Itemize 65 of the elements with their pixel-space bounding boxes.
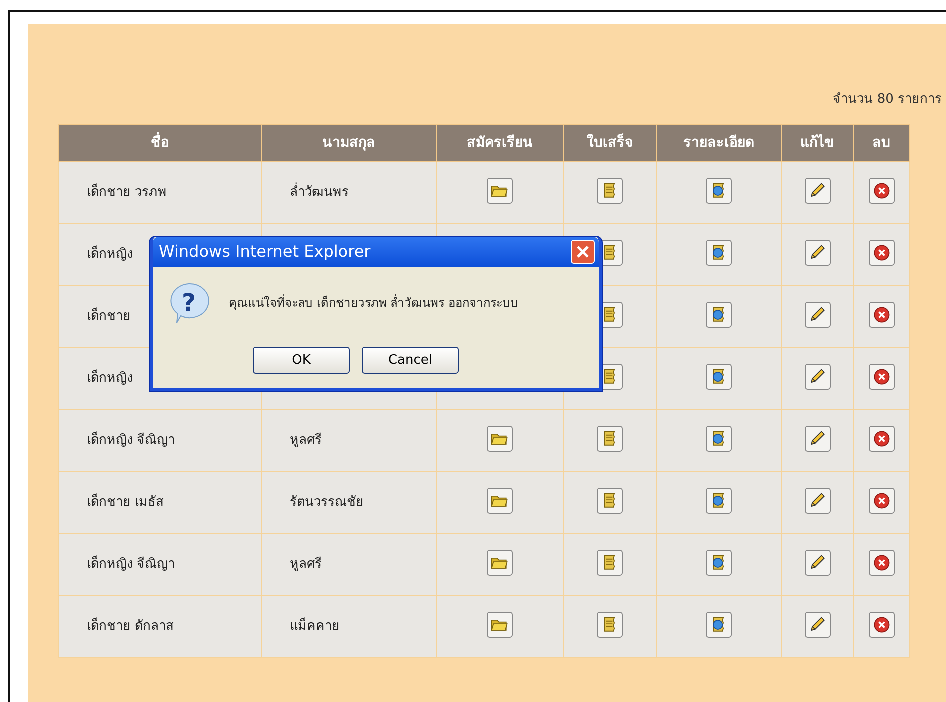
delete-icon — [872, 490, 892, 511]
delete-icon — [872, 614, 892, 635]
delete-button[interactable] — [868, 488, 894, 514]
delete-button[interactable] — [868, 240, 894, 266]
surname-cell: ล่ำวัฒนพร — [262, 162, 436, 224]
edit-button[interactable] — [804, 488, 830, 514]
receipt-button[interactable] — [597, 612, 623, 638]
edit-button[interactable] — [804, 302, 830, 328]
column-header: ใบเสร็จ — [564, 124, 656, 162]
receipt-button[interactable] — [597, 178, 623, 204]
delete-button[interactable] — [868, 364, 894, 390]
delete-button[interactable] — [868, 426, 894, 452]
column-header: สมัครเรียน — [436, 124, 564, 162]
edit-button[interactable] — [804, 240, 830, 266]
name-cell: เด็กชาย ดักลาส — [58, 596, 262, 658]
delete-button[interactable] — [868, 550, 894, 576]
surname-cell: แม็คคาย — [262, 596, 436, 658]
edit-button[interactable] — [804, 426, 830, 452]
register-button[interactable] — [487, 612, 513, 638]
details-button[interactable] — [706, 178, 732, 204]
question-mark: ? — [182, 289, 196, 317]
surname-cell: หูลศรี — [262, 534, 436, 596]
details-button[interactable] — [706, 240, 732, 266]
surname-cell: รัตนวรรณชัย — [262, 472, 436, 534]
name-cell: เด็กหญิง จีณิญา — [58, 410, 262, 472]
delete-icon — [872, 428, 892, 449]
surname-cell: หูลศรี — [262, 410, 436, 472]
name-cell: เด็กหญิง จีณิญา — [58, 534, 262, 596]
delete-button[interactable] — [868, 178, 894, 204]
name-cell: เด็กชาย เมธัส — [58, 472, 262, 534]
column-header: แก้ไข — [782, 124, 854, 162]
close-icon — [576, 245, 590, 259]
delete-icon — [872, 552, 892, 573]
delete-icon — [872, 180, 892, 201]
register-button[interactable] — [487, 550, 513, 576]
delete-icon — [872, 366, 892, 387]
delete-icon — [872, 304, 892, 325]
edit-button[interactable] — [804, 178, 830, 204]
cancel-button[interactable]: Cancel — [362, 347, 459, 374]
column-header: ชื่อ — [58, 124, 262, 162]
details-button[interactable] — [706, 426, 732, 452]
column-header: ลบ — [854, 124, 910, 162]
delete-icon — [872, 242, 892, 263]
receipt-button[interactable] — [597, 550, 623, 576]
edit-button[interactable] — [804, 364, 830, 390]
edit-button[interactable] — [804, 550, 830, 576]
register-button[interactable] — [487, 178, 513, 204]
register-button[interactable] — [487, 488, 513, 514]
column-header: นามสกุล — [262, 124, 436, 162]
details-button[interactable] — [706, 612, 732, 638]
receipt-button[interactable] — [597, 426, 623, 452]
details-button[interactable] — [706, 550, 732, 576]
delete-button[interactable] — [868, 612, 894, 638]
record-count: จำนวน 80 รายการ — [833, 92, 942, 107]
details-button[interactable] — [706, 488, 732, 514]
edit-button[interactable] — [804, 612, 830, 638]
column-header: รายละเอียด — [656, 124, 782, 162]
details-button[interactable] — [706, 364, 732, 390]
receipt-button[interactable] — [597, 488, 623, 514]
register-button[interactable] — [487, 426, 513, 452]
ok-button[interactable]: OK — [253, 347, 350, 374]
delete-button[interactable] — [868, 302, 894, 328]
details-button[interactable] — [706, 302, 732, 328]
name-cell: เด็กชาย วรภพ — [58, 162, 262, 224]
close-button[interactable] — [571, 240, 595, 264]
